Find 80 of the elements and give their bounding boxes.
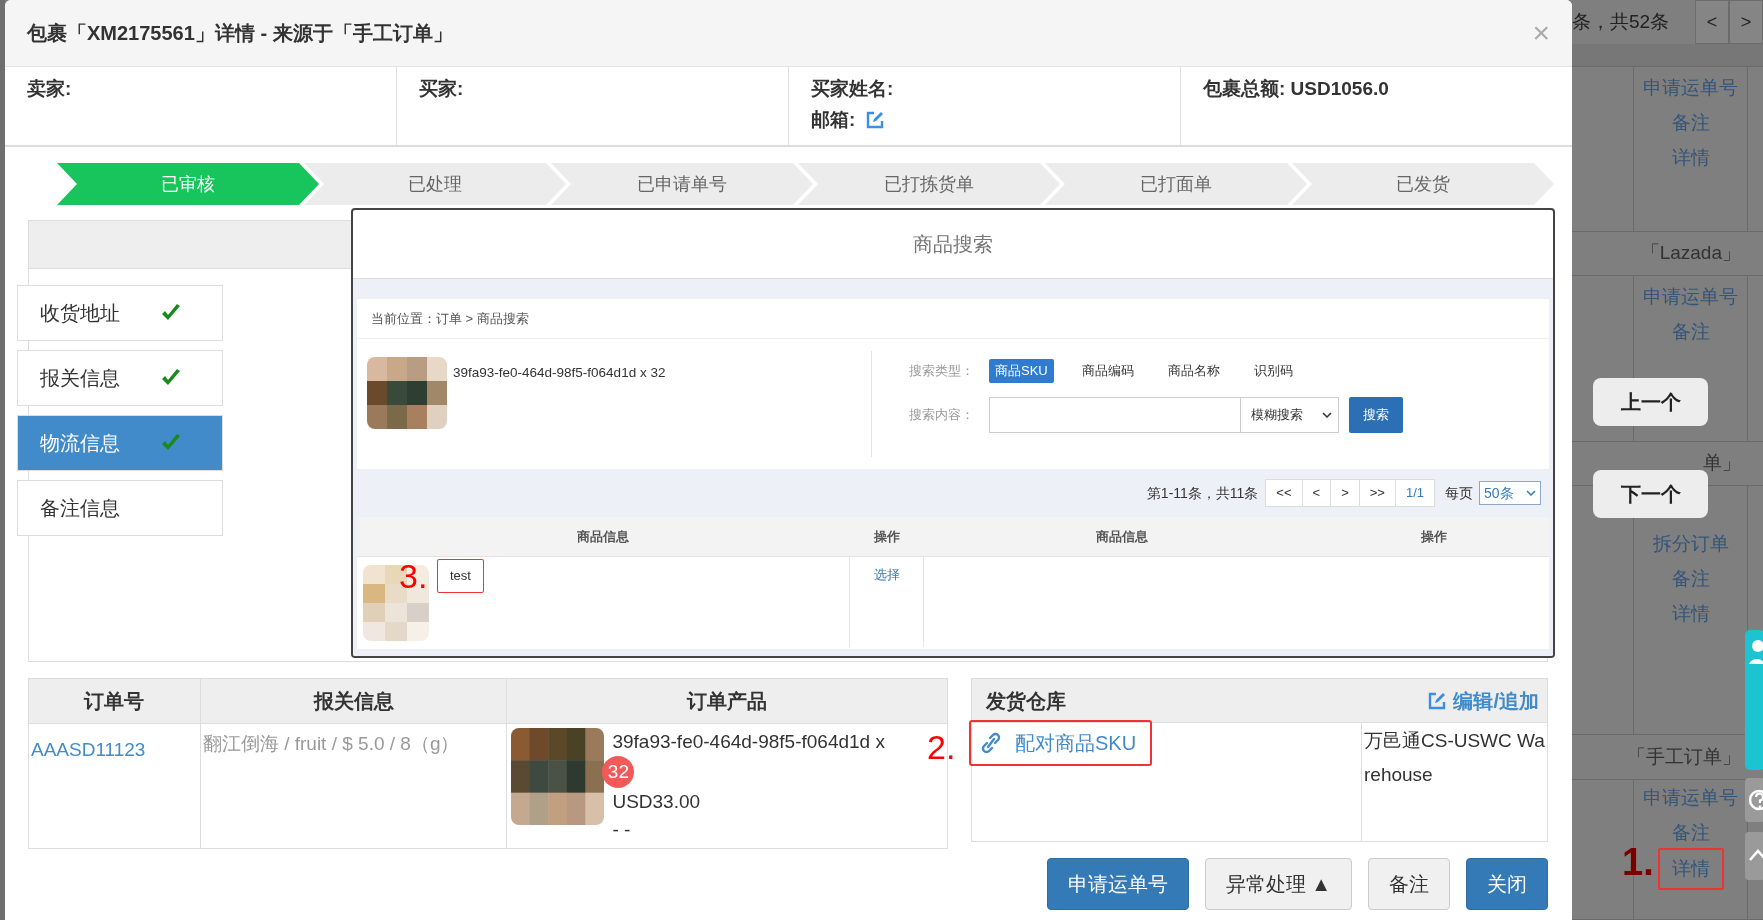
chevron-down-icon xyxy=(1526,490,1536,496)
column-header: 商品信息 xyxy=(577,527,629,546)
side-nav-item[interactable]: 备注信息 xyxy=(17,480,223,536)
field-label: 搜索类型： xyxy=(909,362,975,380)
breadcrumb: 当前位置：订单 > 商品搜索 xyxy=(357,299,1549,339)
quantity-badge: 32 xyxy=(602,756,635,788)
section-title: 发货仓库 xyxy=(986,688,1066,714)
chevron-down-icon xyxy=(1322,411,1332,418)
nav-label: 物流信息 xyxy=(40,431,120,456)
info-label: 卖家: xyxy=(27,77,72,101)
progress-step: 已申请单号 xyxy=(551,163,813,205)
customs-info: 翻江倒海 / fruit / $ 5.0 / 8（g） xyxy=(202,733,460,754)
group-label: 「手工订单」 xyxy=(1627,744,1741,769)
pager-button[interactable]: < xyxy=(1695,0,1729,44)
group-label: 「Lazada」 xyxy=(1640,241,1741,266)
action-button[interactable]: 备注 xyxy=(1368,858,1450,910)
pager-button[interactable]: < xyxy=(1301,479,1332,507)
info-label: 包裹总额: USD1056.0 xyxy=(1203,77,1389,101)
per-page-select[interactable]: 50条 xyxy=(1479,481,1541,505)
progress-step: 已发货 xyxy=(1292,163,1554,205)
select-link[interactable]: 选择 xyxy=(873,565,900,647)
field-label: 搜索内容： xyxy=(909,405,975,424)
product-price: USD33.00 xyxy=(612,790,702,814)
search-type-option[interactable]: 商品名称 xyxy=(1161,359,1226,383)
product-name: test xyxy=(437,559,484,593)
column-header: 订单产品 xyxy=(506,678,948,724)
column-header: 报关信息 xyxy=(200,678,507,724)
match-sku-link[interactable]: 配对商品SKU xyxy=(969,720,1153,766)
info-label: 买家: xyxy=(419,77,464,101)
info-label: 买家姓名: xyxy=(811,77,894,101)
action-button[interactable]: 关闭 xyxy=(1466,858,1548,910)
edit-icon[interactable] xyxy=(865,109,886,130)
action-button[interactable]: 申请运单号 xyxy=(1046,858,1189,910)
dialog-title: 包裹「XM2175561」详情 - 来源于「手工订单」 xyxy=(27,21,453,46)
product-sku: 39fa93-fe0-464d-98f5-f064d1d x xyxy=(612,730,885,754)
info-label: 邮箱: xyxy=(811,108,856,132)
nav-label: 备注信息 xyxy=(40,496,120,521)
back-to-top-icon[interactable] xyxy=(1745,832,1763,880)
warehouse-name: 万邑通CS-USWC Warehouse xyxy=(1363,729,1546,787)
annotation-number: 2. xyxy=(927,730,956,764)
action-button[interactable]: 异常处理 ▲ xyxy=(1204,858,1352,910)
help-icon[interactable] xyxy=(1745,778,1763,822)
column-header: 商品信息 xyxy=(1095,527,1148,546)
pager-button[interactable]: << xyxy=(1265,479,1303,507)
column-header: 操作 xyxy=(1421,527,1447,546)
nav-label: 报关信息 xyxy=(40,366,120,391)
match-select[interactable]: 模糊搜索 xyxy=(1241,396,1339,433)
search-type-option[interactable]: 识别码 xyxy=(1247,359,1299,383)
progress-step: 已打拣货单 xyxy=(798,163,1060,205)
progress-step: 已审核 xyxy=(57,163,319,205)
search-button[interactable]: 搜索 xyxy=(1349,396,1403,433)
nav-button[interactable]: 下一个 xyxy=(1593,470,1708,518)
annotation-number: 3. xyxy=(399,559,428,593)
product-sku: 39fa93-fe0-464d-98f5-f064d1d x 32 xyxy=(453,364,666,382)
column-header: 订单号 xyxy=(28,678,201,724)
pager-button[interactable]: > xyxy=(1729,0,1763,44)
annotation-number: 1. xyxy=(1622,843,1654,881)
product-note: - - xyxy=(612,818,632,842)
order-link[interactable]: AAASD11123 xyxy=(31,739,146,760)
pager-summary: 第1-11条，共11条 xyxy=(1146,483,1259,503)
nav-label: 收货地址 xyxy=(40,301,120,326)
edit-icon xyxy=(1427,690,1448,711)
side-nav-item[interactable]: 收货地址 xyxy=(17,285,223,341)
pager-button[interactable]: >> xyxy=(1358,479,1396,507)
support-icon[interactable] xyxy=(1745,630,1763,770)
progress-step: 已打面单 xyxy=(1045,163,1307,205)
link-icon xyxy=(981,732,1001,754)
per-page-label: 每页 xyxy=(1445,483,1473,503)
search-type-option[interactable]: 商品SKU xyxy=(989,359,1054,383)
pager-button[interactable]: > xyxy=(1330,479,1360,507)
page-indicator[interactable]: 1/1 xyxy=(1394,479,1435,507)
search-type-option[interactable]: 商品编码 xyxy=(1075,359,1140,383)
progress-step: 已处理 xyxy=(304,163,566,205)
side-nav-item[interactable]: 报关信息 xyxy=(17,350,223,406)
search-field[interactable] xyxy=(989,396,1241,433)
side-nav-item[interactable]: 物流信息 xyxy=(17,415,223,471)
pager-summary: 条，共52条 xyxy=(1572,9,1671,34)
column-header: 操作 xyxy=(873,527,900,546)
edit-link[interactable]: 编辑/追加 xyxy=(1427,685,1539,716)
nav-button[interactable]: 上一个 xyxy=(1593,378,1708,426)
